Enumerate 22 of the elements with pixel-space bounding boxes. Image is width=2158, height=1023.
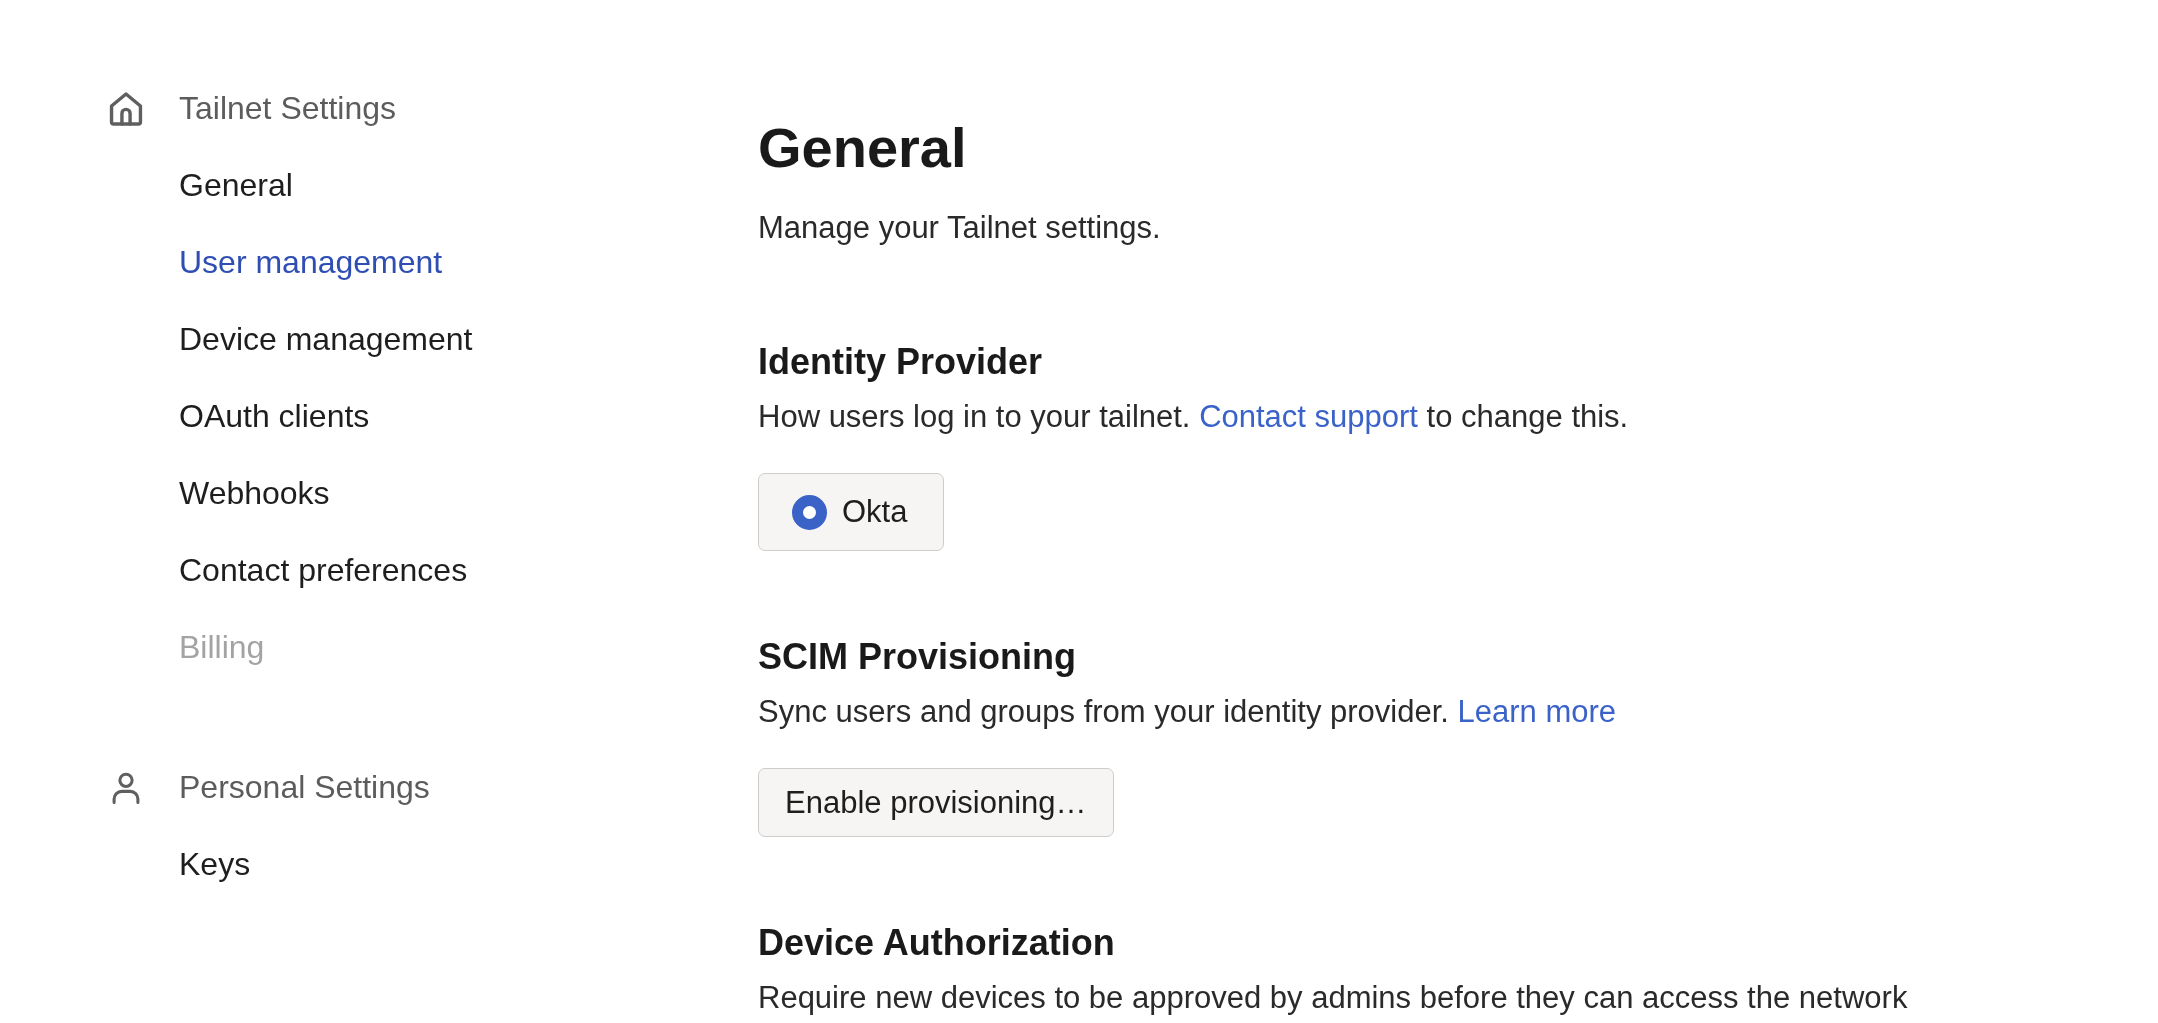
inline-link[interactable]: Learn more — [1457, 694, 1617, 729]
sidebar-link[interactable]: Device management — [179, 321, 473, 358]
page-title: General — [758, 115, 968, 181]
sidebar-link[interactable]: Webhooks — [179, 475, 330, 512]
radio-option[interactable]: Okta — [758, 473, 945, 551]
sidebar-link[interactable]: General — [179, 167, 293, 204]
section-description: How users log in to your tailnet. Contact support to change this. — [758, 398, 1629, 436]
section-description: Require new devices to be approved by admins before they can access the network — [758, 979, 1908, 1017]
sidebar-link[interactable]: User management — [179, 244, 443, 281]
section-heading: Identity Provider — [758, 340, 1043, 384]
sidebar-group-title: Personal Settings — [179, 769, 430, 806]
sidebar-group-title: Tailnet Settings — [179, 90, 396, 127]
section-heading: Device Authorization — [758, 921, 1115, 965]
sidebar-link[interactable]: Contact preferences — [179, 552, 468, 589]
home-icon — [109, 91, 143, 126]
section-heading: SCIM Provisioning — [758, 635, 1077, 679]
inline-link[interactable]: Contact support — [1199, 399, 1418, 434]
sidebar-link[interactable]: Keys — [179, 846, 251, 883]
page-subtitle: Manage your Tailnet settings. — [758, 209, 1162, 247]
action-button[interactable]: Enable provisioning… — [758, 768, 1114, 837]
sidebar-link[interactable]: OAuth clients — [179, 398, 370, 435]
section-description: Sync users and groups from your identity provider. Learn more — [758, 693, 1617, 731]
